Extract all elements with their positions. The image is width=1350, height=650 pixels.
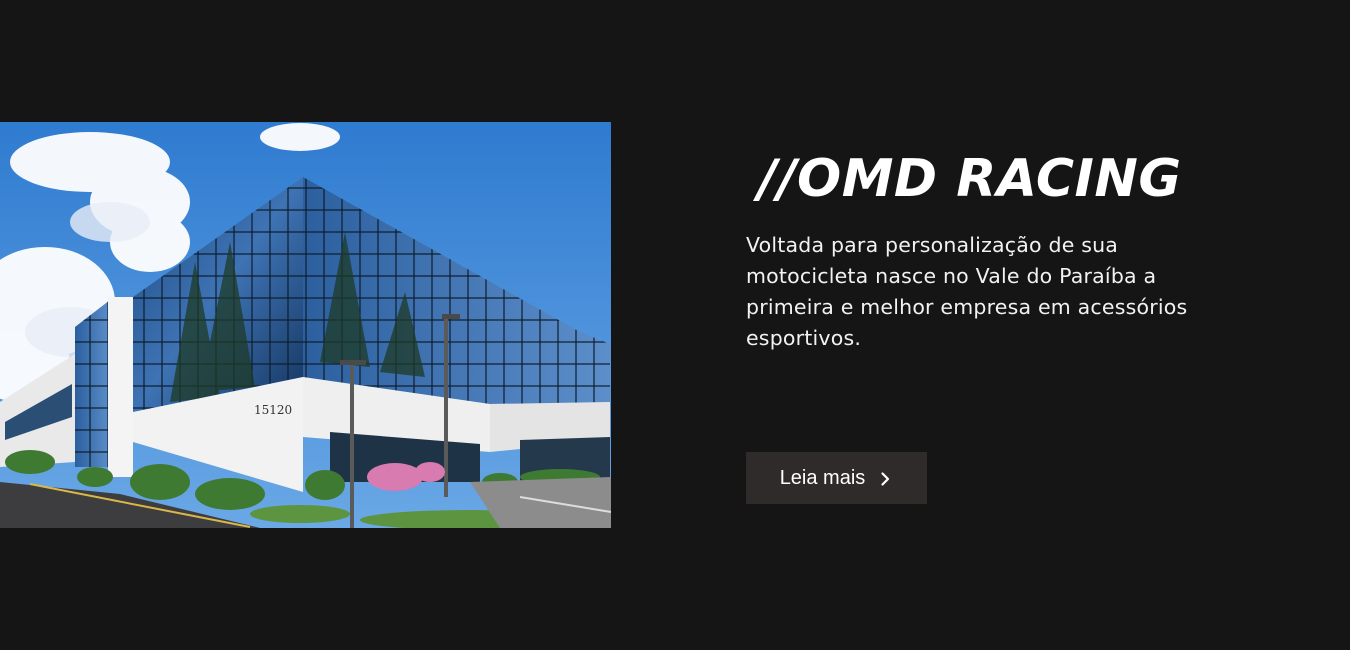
about-section: 15120 //OMD RACING Voltada para personal…: [0, 0, 1350, 650]
read-more-label: Leia mais: [779, 466, 866, 489]
brand-title: //OMD RACING: [758, 149, 1182, 209]
about-content: //OMD RACING Voltada para personalização…: [746, 140, 1246, 354]
building-number: 15120: [254, 403, 292, 417]
chevron-right-icon: [877, 470, 893, 486]
building-photo: 15120: [0, 122, 611, 528]
read-more-button[interactable]: Leia mais: [746, 452, 927, 504]
about-description: Voltada para personalização de sua motoc…: [746, 233, 1188, 350]
